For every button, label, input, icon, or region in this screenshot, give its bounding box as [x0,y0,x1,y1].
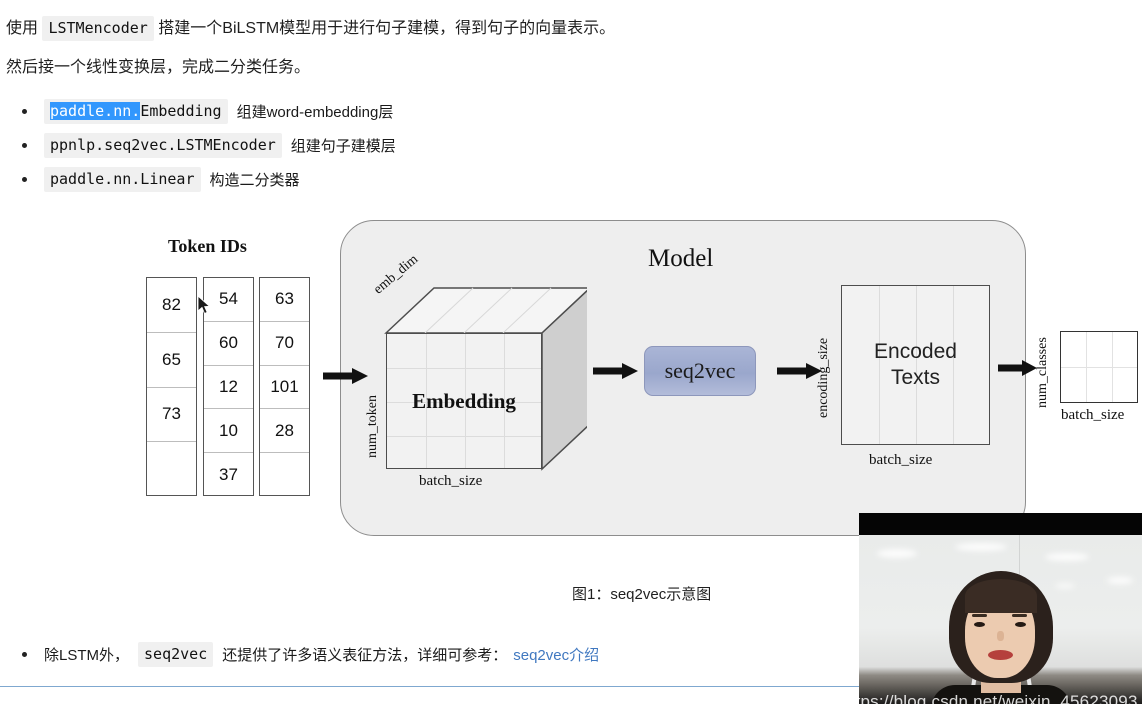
token-id-cell: 63 [260,278,309,322]
video-scene: https://blog.csdn.net/weixin_45623093 [859,535,1142,704]
list-item-label: 组建句子建模层 [290,137,396,155]
token-id-cell: 101 [260,366,309,410]
token-id-cell: 37 [219,465,238,485]
inline-code-lstmencoder-module[interactable]: ppnlp.seq2vec.LSTMEncoder [44,132,282,158]
seq2vec-intro-link[interactable]: seq2vec介绍 [513,644,599,665]
batch-size-axis-label-output: batch_size [1061,407,1125,423]
code-text: ppnlp.seq2vec.LSTMEncoder [50,135,276,154]
list-item-label: 组建word-embedding层 [236,103,394,121]
token-id-cell: 65 [147,333,196,388]
token-id-cell: 70 [260,322,309,366]
video-overlay[interactable]: https://blog.csdn.net/weixin_45623093 [859,513,1142,704]
bottom-bullet-mid: 还提供了许多语义表征方法，详细可参考： [222,647,508,664]
person-eye-left [974,622,985,627]
inline-code-lstmencoder[interactable]: LSTMencoder [42,16,154,41]
token-id-cell [147,442,196,497]
num-classes-axis-label: num_classes [1035,337,1050,408]
arrow-tokens-to-embedding [323,368,368,384]
person-nose [997,631,1004,641]
code-text: paddle.nn.Linear [50,169,195,188]
token-id-cell: 10 [204,409,253,454]
model-label: Model [648,245,714,272]
paragraph-1-pre: 使用 [6,20,39,37]
encoded-texts-line-2: Texts [890,366,940,389]
slide-page: 使用 LSTMencoder 搭建一个BiLSTM模型用于进行句子建模，得到句子… [0,0,1142,704]
encoded-texts-line-1: Encoded [874,340,957,363]
batch-size-axis-label-encoded: batch_size [869,452,933,468]
inline-code-linear[interactable]: paddle.nn.Linear [44,166,201,192]
person-mouth [988,650,1013,660]
csdn-watermark: https://blog.csdn.net/weixin_45623093 [859,692,1138,704]
token-ids-column-3: 63 70 101 28 [259,277,310,496]
token-id-cell: 60 [204,322,253,366]
seq2vec-node[interactable]: seq2vec [644,346,756,396]
paragraph-line-2: 然后接一个线性变换层，完成二分类任务。 [6,59,311,76]
bullet-list: paddle.nn.Embedding 组建word-embedding层 pp… [6,94,396,196]
token-ids-column-2: 54 60 12 10 37 [203,277,254,496]
inline-code-seq2vec[interactable]: seq2vec [138,642,214,667]
person-brow-left [972,614,987,617]
arrow-encoded-to-output [998,360,1037,376]
output-logits-box [1060,331,1138,403]
person-brow-right [1012,614,1027,617]
num-token-axis-label: num_token [365,395,380,458]
selected-code-text: paddle.nn. [50,101,141,120]
paragraph-line-1: 使用 LSTMencoder 搭建一个BiLSTM模型用于进行句子建模，得到句子… [6,16,616,41]
token-id-cell: 12 [204,366,253,410]
encoding-size-axis-label: encoding_size [816,337,831,418]
video-letterbox-top [859,513,1142,535]
list-item-label: 构造二分类器 [209,171,300,189]
person-eye-right [1015,622,1026,627]
code-text: Embedding [140,101,222,120]
paragraph-1-post: 搭建一个BiLSTM模型用于进行句子建模，得到句子的向量表示。 [158,20,616,37]
token-id-cell: 54 [204,278,253,322]
batch-size-axis-label-embedding: batch_size [419,473,483,489]
embedding-label: Embedding [412,388,516,413]
encoded-texts-label: Encoded Texts [841,285,990,445]
list-item: paddle.nn.Embedding 组建word-embedding层 [6,94,396,128]
token-id-cell: 73 [147,388,196,443]
token-ids-title: Token IDs [168,236,247,256]
bottom-bullet-pre: 除LSTM外， [44,647,130,664]
token-id-cell: 82 [147,278,196,333]
embedding-cube: Embedding emb_dim num_token batch_size [365,252,587,489]
token-id-cell: 28 [260,409,309,454]
list-item: paddle.nn.Linear 构造二分类器 [6,162,396,196]
bullet-dot-icon [22,652,27,657]
figure-caption: 图1：seq2vec示意图 [572,586,712,603]
token-ids-column-1: 82 65 73 [146,277,197,496]
token-id-cell [260,453,309,497]
inline-code-embedding[interactable]: paddle.nn.Embedding [44,98,228,124]
list-item: ppnlp.seq2vec.LSTMEncoder 组建句子建模层 [6,128,396,162]
person-hair-fringe [965,579,1037,613]
bullet-dot-icon [22,142,27,148]
bottom-list-item: 除LSTM外， seq2vec 还提供了许多语义表征方法，详细可参考： seq2… [6,642,599,667]
arrow-embedding-to-seq2vec [593,363,638,379]
bullet-dot-icon [22,176,27,182]
bullet-dot-icon [22,108,27,114]
